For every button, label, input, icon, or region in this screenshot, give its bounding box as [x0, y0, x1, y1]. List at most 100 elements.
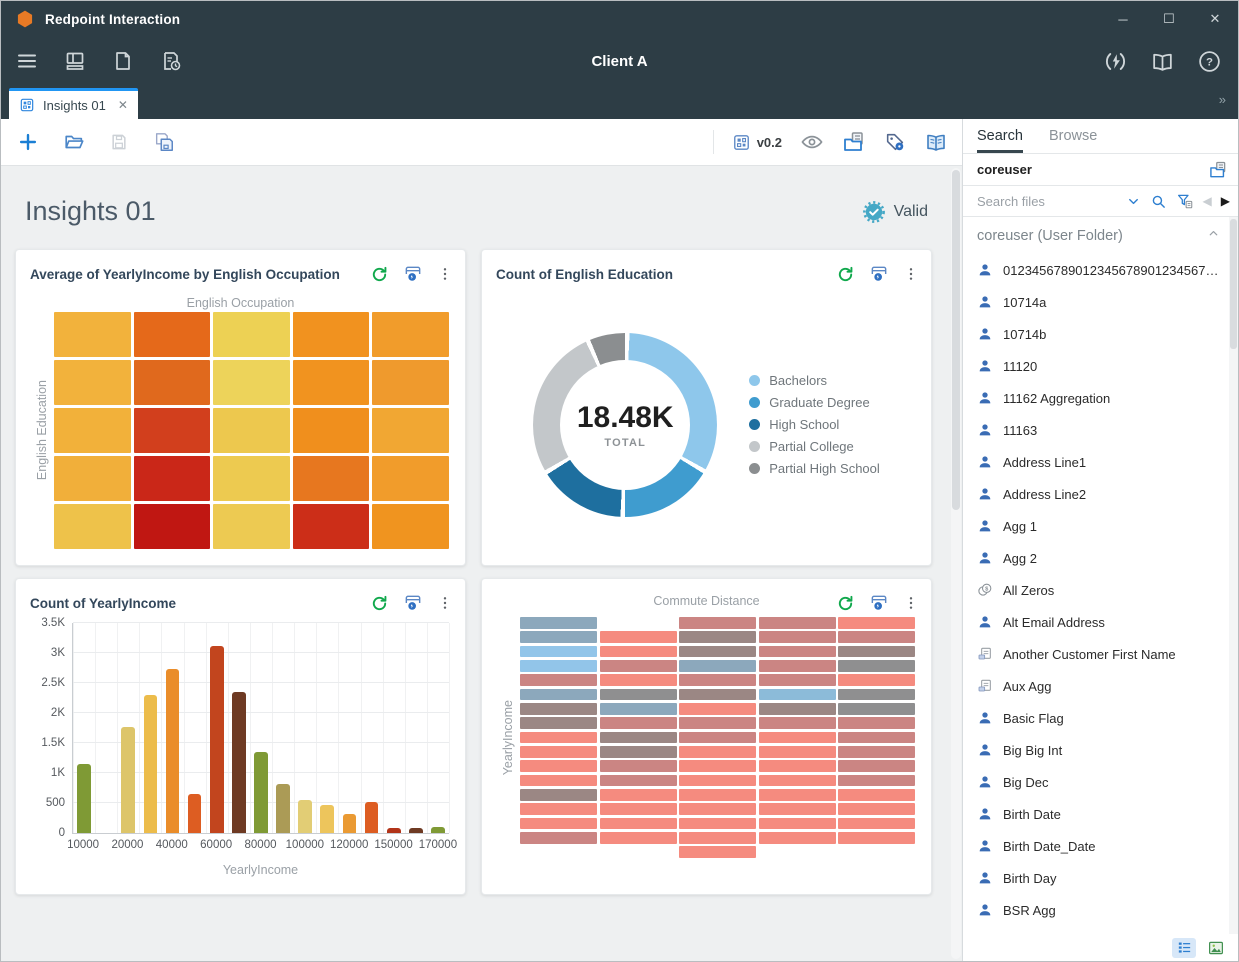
bar-gridline-h — [73, 682, 449, 683]
file-icon[interactable] — [111, 49, 135, 73]
file-list-item[interactable]: Another Customer First Name — [963, 638, 1238, 670]
help-icon[interactable]: ? — [1197, 49, 1222, 74]
file-list-item[interactable]: Birth Day — [963, 862, 1238, 894]
copy-document-icon[interactable] — [1208, 160, 1228, 180]
file-list-item[interactable]: Alt Email Address — [963, 606, 1238, 638]
menubar-right: ? — [1103, 49, 1238, 74]
file-list-item[interactable]: Big Dec — [963, 766, 1238, 798]
legend-label: Partial High School — [769, 461, 880, 476]
file-list-item[interactable]: 10714b — [963, 318, 1238, 350]
refresh-icon[interactable] — [370, 265, 389, 284]
heatmap-cell — [134, 312, 211, 357]
user-icon — [977, 454, 993, 470]
file-list-item[interactable]: Agg 2 — [963, 542, 1238, 574]
auto-refresh-window-icon[interactable] — [869, 264, 889, 284]
tab-search[interactable]: Search — [977, 119, 1023, 153]
chevron-up-icon[interactable] — [1207, 227, 1220, 244]
file-list-item[interactable]: 11120 — [963, 350, 1238, 382]
file-list-item[interactable]: 0123456789012345678901234567890... — [963, 254, 1238, 286]
close-icon[interactable]: ✕ — [1192, 1, 1238, 37]
tab-insights-01[interactable]: Insights 01 ✕ — [9, 88, 138, 119]
sidebar-scrollbar[interactable] — [1229, 217, 1238, 934]
open-document-folder-icon[interactable] — [842, 130, 866, 154]
heatmap-body: English Education — [30, 312, 449, 549]
documentation-book-icon[interactable] — [1150, 49, 1175, 74]
file-list-item[interactable]: BSR Agg — [963, 894, 1238, 926]
save-as-icon[interactable] — [153, 131, 175, 153]
nav-forward-icon[interactable]: ▶ — [1221, 195, 1230, 207]
bar-x-labels: 1000020000400006000080000100000120000150… — [72, 839, 449, 854]
auto-refresh-window-icon[interactable] — [403, 593, 423, 613]
folder-section-header[interactable]: coreuser (User Folder) — [963, 217, 1238, 254]
image-view-icon[interactable] — [1204, 938, 1228, 958]
tab-close-icon[interactable]: ✕ — [118, 98, 128, 112]
mosaic-cell — [759, 760, 836, 772]
kebab-menu-icon[interactable] — [903, 266, 919, 282]
kebab-menu-icon[interactable] — [437, 595, 453, 611]
file-list-item[interactable]: Aux Agg — [963, 670, 1238, 702]
refresh-icon[interactable] — [836, 265, 855, 284]
y-tick-label: 2.5K — [25, 677, 65, 689]
reference-book-icon[interactable] — [924, 130, 948, 154]
workspace-icon[interactable] — [63, 49, 87, 73]
search-files-input[interactable] — [975, 193, 1117, 210]
open-folder-icon[interactable] — [63, 131, 85, 153]
menu-icon[interactable] — [15, 49, 39, 73]
list-view-icon[interactable] — [1172, 938, 1196, 958]
heatmap-cell — [213, 312, 290, 357]
file-list-item[interactable]: $All Zeros — [963, 574, 1238, 606]
maximize-icon[interactable]: ☐ — [1146, 1, 1192, 37]
mosaic-cell — [838, 775, 915, 787]
search-magnifier-icon[interactable] — [1150, 193, 1167, 210]
file-list-item[interactable]: Big Big Int — [963, 734, 1238, 766]
version-label: v0.2 — [757, 135, 782, 150]
nav-back-icon[interactable]: ◀ — [1203, 195, 1212, 207]
heatmap-cell — [213, 360, 290, 405]
file-history-icon[interactable] — [159, 49, 183, 73]
new-plus-icon[interactable] — [17, 131, 39, 153]
file-list-item[interactable]: Address Line1 — [963, 446, 1238, 478]
sidebar-scrollbar-thumb[interactable] — [1230, 219, 1237, 349]
refresh-icon[interactable] — [370, 594, 389, 613]
chevron-double-right-icon[interactable]: » — [1219, 92, 1226, 107]
content-scrollbar[interactable] — [951, 168, 961, 959]
mosaic-cell — [600, 803, 677, 815]
file-list-item[interactable]: 10714a — [963, 286, 1238, 318]
card-heatmap: Average of YearlyIncome by English Occup… — [15, 249, 466, 566]
mosaic-cell — [520, 775, 597, 787]
file-list-item[interactable]: Basic Flag — [963, 702, 1238, 734]
x-tick-label: 80000 — [245, 839, 277, 851]
file-list-item[interactable]: Agg 1 — [963, 510, 1238, 542]
file-list-item[interactable]: 11162 Aggregation — [963, 382, 1238, 414]
content-scrollbar-thumb[interactable] — [952, 170, 960, 510]
user-icon — [977, 550, 993, 566]
sync-icon[interactable] — [1103, 49, 1128, 74]
kebab-menu-icon[interactable] — [437, 266, 453, 282]
tab-browse[interactable]: Browse — [1049, 119, 1097, 153]
filter-funnel-document-icon[interactable] — [1176, 192, 1194, 210]
file-label: 0123456789012345678901234567890... — [1003, 263, 1238, 278]
save-icon[interactable] — [109, 132, 129, 152]
file-list-item[interactable]: Birth Date — [963, 798, 1238, 830]
mosaic-cell — [679, 689, 756, 701]
legend-item: Graduate Degree — [749, 395, 880, 410]
search-scope-input[interactable] — [975, 161, 1202, 178]
user-icon — [977, 806, 993, 822]
donut-total-value: 18.48K — [577, 401, 674, 435]
mosaic-cell — [600, 789, 677, 801]
bar — [276, 784, 290, 833]
file-list-item[interactable]: Address Line2 — [963, 478, 1238, 510]
workspace: v0.2 — [1, 119, 1238, 961]
tag-disc-icon[interactable] — [884, 131, 906, 153]
preview-eye-icon[interactable] — [800, 130, 824, 154]
version-indicator[interactable]: v0.2 — [732, 133, 782, 152]
chevron-down-icon[interactable] — [1126, 194, 1141, 209]
minimize-icon[interactable]: ─ — [1100, 1, 1146, 37]
file-list-item[interactable]: Birth Date_Date — [963, 830, 1238, 862]
toolbar: v0.2 — [1, 119, 962, 166]
file-list-item[interactable]: 11163 — [963, 414, 1238, 446]
y-tick-label: 500 — [25, 797, 65, 809]
auto-refresh-window-icon[interactable] — [403, 264, 423, 284]
file-label: 11163 — [1003, 423, 1051, 438]
file-list: 0123456789012345678901234567890... 10714a… — [963, 254, 1238, 934]
